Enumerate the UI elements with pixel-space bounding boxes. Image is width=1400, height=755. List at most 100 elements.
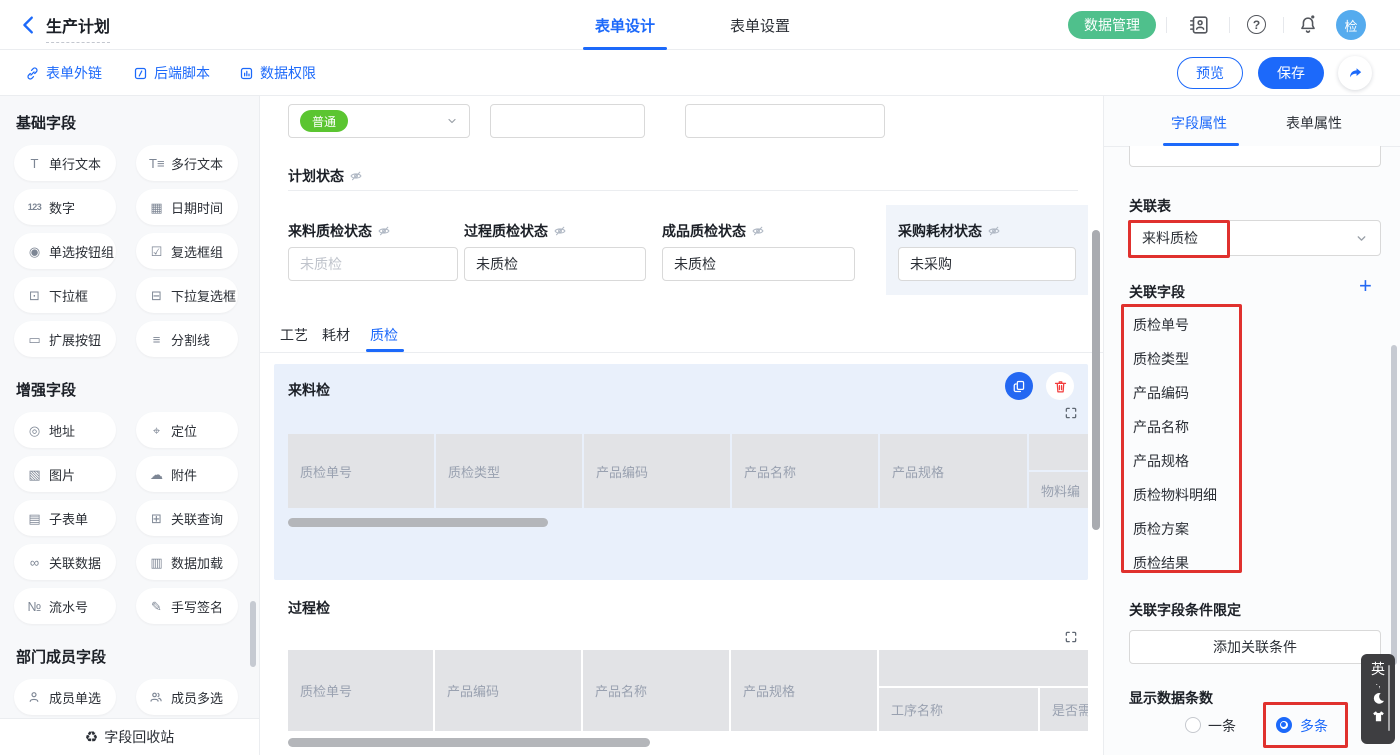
related-table-select[interactable]: 来料质检	[1129, 220, 1381, 256]
ime-toolbar[interactable]: 英 ·,	[1361, 654, 1395, 744]
incoming-table-hscrollbar[interactable]	[288, 518, 548, 527]
column-header[interactable]: 产品规格	[880, 434, 1027, 508]
notification-bell-icon[interactable]	[1297, 14, 1319, 36]
radio-multiple[interactable]	[1276, 717, 1292, 733]
tab-form-properties[interactable]: 表单属性	[1286, 113, 1342, 133]
form-external-link[interactable]: 表单外链	[25, 63, 102, 83]
empty-input-1[interactable]	[490, 104, 645, 138]
column-header[interactable]: 产品编码	[435, 650, 581, 731]
ime-handle[interactable]	[1388, 665, 1390, 731]
finished-qc-status-input[interactable]: 未质检	[662, 247, 855, 281]
data-permission-link[interactable]: 数据权限	[239, 63, 316, 83]
purchase-status-field[interactable]: 采购耗材状态	[898, 221, 1001, 241]
type-select[interactable]: 普通	[288, 104, 470, 138]
preview-button[interactable]: 预览	[1177, 57, 1243, 89]
ime-punctuation-indicator[interactable]: ·,	[1375, 679, 1381, 689]
radio-single[interactable]	[1185, 717, 1201, 733]
column-header[interactable]: 产品名称	[583, 650, 729, 731]
related-field-item[interactable]: 产品编码	[1133, 383, 1189, 403]
incoming-inspection-panel[interactable]: 来料检 质检单号 质检类型 产品编码 产品名称 产品规格 物料编	[274, 364, 1088, 580]
tab-field-properties[interactable]: 字段属性	[1171, 113, 1227, 133]
field-pill-signature[interactable]: ✎手写签名	[136, 588, 238, 624]
contact-book-icon[interactable]	[1188, 14, 1210, 36]
field-pill-subform[interactable]: ▤子表单	[14, 500, 116, 536]
partial-input[interactable]	[1129, 146, 1381, 167]
finished-qc-status-field[interactable]: 成品质检状态	[662, 221, 765, 241]
field-pill-divider[interactable]: ≡分割线	[136, 321, 238, 357]
field-pill-datetime[interactable]: ▦日期时间	[136, 189, 238, 225]
related-field-item[interactable]: 质检单号	[1133, 315, 1189, 335]
related-field-item[interactable]: 质检方案	[1133, 519, 1189, 539]
canvas-tab-material[interactable]: 耗材	[322, 325, 350, 345]
canvas-vscrollbar[interactable]	[1092, 230, 1100, 530]
related-field-item[interactable]: 质检结果	[1133, 553, 1189, 573]
column-header[interactable]: 产品规格	[731, 650, 877, 731]
related-field-item[interactable]: 质检类型	[1133, 349, 1189, 369]
column-group-header[interactable]	[1029, 434, 1088, 470]
field-pill-multi-line-text[interactable]: T≡多行文本	[136, 145, 238, 181]
field-pill-multi-select[interactable]: ⊟下拉复选框	[136, 277, 238, 313]
incoming-qc-status-input[interactable]: 未质检	[288, 247, 458, 281]
save-button[interactable]: 保存	[1258, 57, 1324, 89]
field-pill-number[interactable]: 123数字	[14, 189, 116, 225]
add-condition-button[interactable]: 添加关联条件	[1129, 630, 1381, 664]
radio-single-label[interactable]: 一条	[1208, 716, 1236, 736]
process-table-hscrollbar[interactable]	[288, 738, 650, 747]
purchase-status-input[interactable]: 未采购	[898, 247, 1076, 281]
field-pill-linked-query[interactable]: ⊞关联查询	[136, 500, 238, 536]
share-button[interactable]	[1338, 56, 1372, 90]
tab-form-settings[interactable]: 表单设置	[730, 15, 790, 36]
canvas-tab-quality[interactable]: 质检	[370, 325, 398, 345]
field-pill-radio-group[interactable]: ◉单选按钮组	[14, 233, 116, 269]
column-header[interactable]: 产品名称	[732, 434, 878, 508]
column-header[interactable]: 质检类型	[436, 434, 582, 508]
field-pill-serial-number[interactable]: №流水号	[14, 588, 116, 624]
backend-script-link[interactable]: 后端脚本	[133, 63, 210, 83]
column-sub-header[interactable]: 工序名称	[879, 688, 1038, 731]
help-icon[interactable]: ?	[1247, 15, 1266, 34]
column-sub-header[interactable]: 是否需	[1040, 688, 1088, 731]
field-pill-extend-button[interactable]: ▭扩展按钮	[14, 321, 116, 357]
field-pill-attachment[interactable]: ☁附件	[136, 456, 238, 492]
expand-icon[interactable]	[1064, 630, 1078, 644]
skin-shirt-icon[interactable]	[1371, 709, 1386, 724]
radio-multiple-label[interactable]: 多条	[1300, 716, 1328, 736]
field-pill-select[interactable]: ⊡下拉框	[14, 277, 116, 313]
related-field-item[interactable]: 产品名称	[1133, 417, 1189, 437]
expand-icon[interactable]	[1064, 406, 1078, 420]
field-pill-member-single[interactable]: 成员单选	[14, 679, 116, 715]
field-pill-linked-data[interactable]: ∞关联数据	[14, 544, 116, 580]
field-recycle-bin[interactable]: ♻ 字段回收站	[0, 718, 259, 755]
field-pill-data-load[interactable]: ▥数据加载	[136, 544, 238, 580]
tab-form-design[interactable]: 表单设计	[595, 15, 655, 36]
empty-input-2[interactable]	[685, 104, 885, 138]
related-field-item[interactable]: 产品规格	[1133, 451, 1189, 471]
process-qc-status-input[interactable]: 未质检	[464, 247, 646, 281]
field-pill-image[interactable]: ▧图片	[14, 456, 116, 492]
process-qc-status-field[interactable]: 过程质检状态	[464, 221, 567, 241]
field-pill-location[interactable]: ⌖定位	[136, 412, 238, 448]
incoming-qc-status-field[interactable]: 来料质检状态	[288, 221, 391, 241]
field-pill-address[interactable]: ◎地址	[14, 412, 116, 448]
column-group-header[interactable]	[879, 650, 1088, 686]
plan-status-field[interactable]: 计划状态	[288, 166, 363, 186]
moon-icon[interactable]	[1371, 691, 1386, 706]
panel-scrollbar[interactable]	[1391, 345, 1397, 665]
back-icon[interactable]	[18, 14, 40, 36]
column-header[interactable]: 质检单号	[288, 650, 433, 731]
field-pill-single-line-text[interactable]: T单行文本	[14, 145, 116, 181]
column-header[interactable]: 产品编码	[584, 434, 730, 508]
column-sub-header[interactable]: 物料编	[1029, 472, 1088, 508]
avatar[interactable]: 检	[1336, 10, 1366, 40]
ime-language-indicator[interactable]: 英	[1371, 661, 1385, 677]
field-pill-member-multi[interactable]: 成员多选	[136, 679, 238, 715]
data-manage-button[interactable]: 数据管理	[1068, 11, 1156, 39]
canvas-tab-process[interactable]: 工艺	[280, 325, 308, 345]
delete-button[interactable]	[1046, 372, 1074, 400]
add-field-icon[interactable]: +	[1359, 273, 1372, 299]
field-pill-checkbox-group[interactable]: ☑复选框组	[136, 233, 238, 269]
related-field-item[interactable]: 质检物料明细	[1133, 485, 1217, 505]
copy-button[interactable]	[1005, 372, 1033, 400]
column-header[interactable]: 质检单号	[288, 434, 434, 508]
page-title[interactable]: 生产计划	[46, 13, 110, 43]
